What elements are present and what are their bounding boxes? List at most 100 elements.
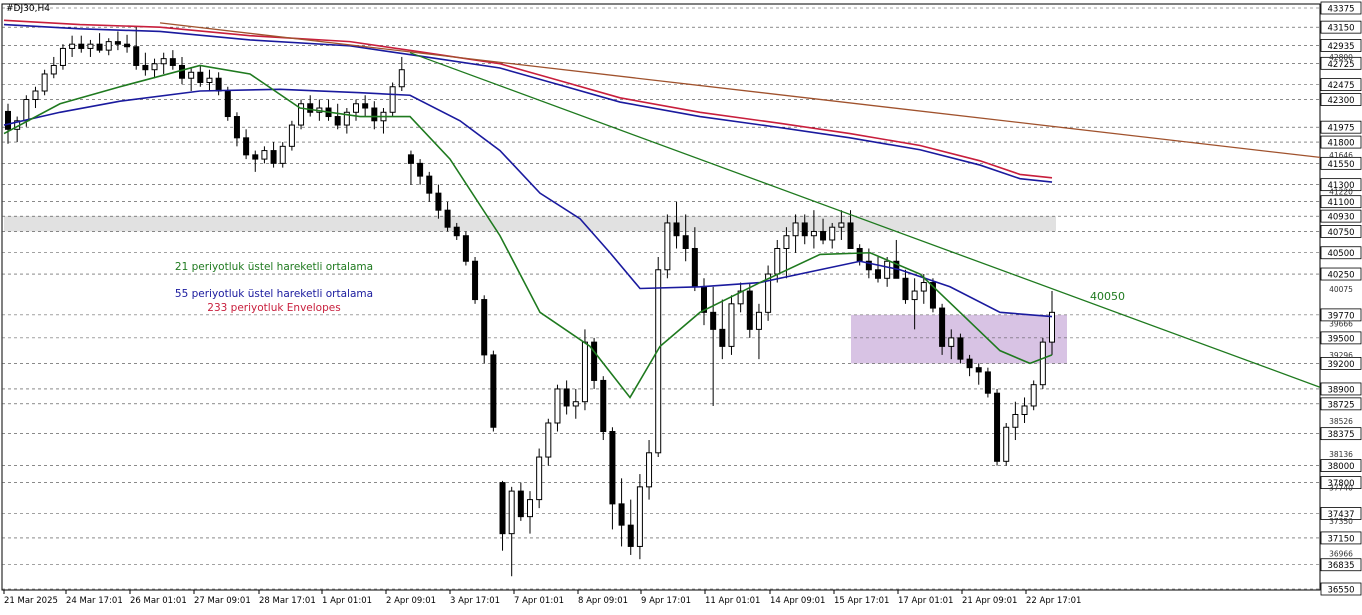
candle[interactable] (472, 260, 479, 301)
candle[interactable] (829, 226, 836, 241)
candle[interactable] (96, 43, 103, 51)
candle[interactable] (243, 137, 250, 156)
candle[interactable] (957, 337, 964, 360)
candle[interactable] (398, 69, 405, 88)
candle[interactable] (728, 303, 735, 347)
candle[interactable] (124, 43, 131, 48)
candle[interactable] (527, 499, 533, 518)
candle[interactable] (911, 290, 918, 301)
candle[interactable] (224, 90, 231, 118)
candle[interactable] (114, 41, 121, 45)
candle[interactable] (1003, 426, 1010, 462)
candle[interactable] (261, 150, 268, 160)
candle[interactable] (160, 58, 167, 65)
candle[interactable] (288, 124, 295, 147)
candle[interactable] (78, 43, 85, 49)
candle[interactable] (591, 341, 598, 381)
candle[interactable] (701, 286, 707, 313)
candle[interactable] (490, 354, 497, 428)
candle[interactable] (371, 107, 378, 122)
candle[interactable] (517, 490, 524, 518)
candle[interactable] (984, 371, 991, 394)
candle[interactable] (233, 116, 240, 139)
candle[interactable] (270, 150, 277, 164)
candle[interactable] (755, 311, 762, 330)
candle[interactable] (875, 269, 881, 279)
candle[interactable] (32, 90, 39, 101)
candle[interactable] (435, 192, 442, 211)
candle[interactable] (1039, 341, 1046, 386)
candle[interactable] (994, 392, 1001, 462)
candle[interactable] (252, 154, 259, 160)
candle[interactable] (453, 226, 460, 237)
candle[interactable] (600, 379, 607, 433)
candle[interactable] (884, 260, 891, 279)
candle[interactable] (820, 230, 827, 241)
candle[interactable] (920, 282, 927, 292)
chart-area[interactable]: 21 periyotluk üstel hareketli ortalama 55… (0, 0, 1362, 611)
candle[interactable] (105, 41, 112, 51)
candle[interactable] (664, 222, 671, 271)
candle[interactable] (1030, 384, 1037, 407)
candle[interactable] (618, 503, 625, 526)
candle[interactable] (710, 311, 717, 330)
candle[interactable] (188, 71, 195, 79)
candle[interactable] (279, 145, 286, 164)
candle[interactable] (691, 247, 698, 288)
candle[interactable] (801, 222, 808, 237)
candle[interactable] (499, 482, 506, 535)
candle[interactable] (966, 358, 973, 369)
candle[interactable] (1012, 413, 1019, 428)
candle[interactable] (334, 116, 341, 126)
candle[interactable] (856, 247, 863, 262)
candle[interactable] (59, 47, 66, 66)
candle[interactable] (307, 103, 314, 113)
candle[interactable] (719, 328, 726, 347)
candle[interactable] (792, 222, 799, 237)
candle[interactable] (362, 103, 369, 109)
candle[interactable] (682, 235, 689, 249)
candle[interactable] (50, 64, 57, 75)
candle[interactable] (179, 64, 185, 79)
candle[interactable] (417, 162, 424, 177)
candle[interactable] (215, 77, 222, 92)
candle[interactable] (426, 175, 433, 194)
candle[interactable] (41, 73, 48, 92)
candle[interactable] (133, 46, 140, 66)
candle[interactable] (572, 401, 579, 407)
candle[interactable] (151, 63, 158, 71)
candle[interactable] (581, 341, 588, 403)
candle[interactable] (5, 110, 11, 130)
candle[interactable] (746, 290, 753, 330)
candle[interactable] (563, 388, 570, 407)
candle[interactable] (481, 299, 488, 356)
candle[interactable] (87, 43, 94, 49)
candle[interactable] (948, 337, 955, 347)
candle[interactable] (545, 422, 552, 458)
candle[interactable] (142, 64, 149, 71)
candle[interactable] (627, 524, 634, 547)
candle[interactable] (197, 71, 204, 83)
candle[interactable] (206, 77, 213, 83)
candle[interactable] (536, 456, 543, 501)
candle[interactable] (902, 277, 909, 301)
candle[interactable] (636, 486, 643, 547)
candle[interactable] (407, 154, 414, 164)
candle[interactable] (847, 222, 854, 249)
candle[interactable] (462, 235, 469, 262)
candle[interactable] (508, 490, 515, 535)
candle[interactable] (838, 222, 845, 228)
candle[interactable] (69, 43, 76, 49)
price-chart[interactable]: 21 periyotluk üstel hareketli ortalama 55… (0, 0, 1362, 611)
candle[interactable] (810, 230, 817, 237)
candle[interactable] (975, 367, 982, 373)
candle[interactable] (1021, 405, 1028, 415)
candle[interactable] (169, 58, 176, 66)
candle[interactable] (353, 103, 359, 113)
candle[interactable] (655, 269, 662, 454)
candle[interactable] (646, 452, 653, 488)
candle[interactable] (609, 431, 616, 505)
candle[interactable] (783, 235, 790, 249)
candle[interactable] (23, 99, 30, 122)
candle[interactable] (939, 307, 946, 347)
